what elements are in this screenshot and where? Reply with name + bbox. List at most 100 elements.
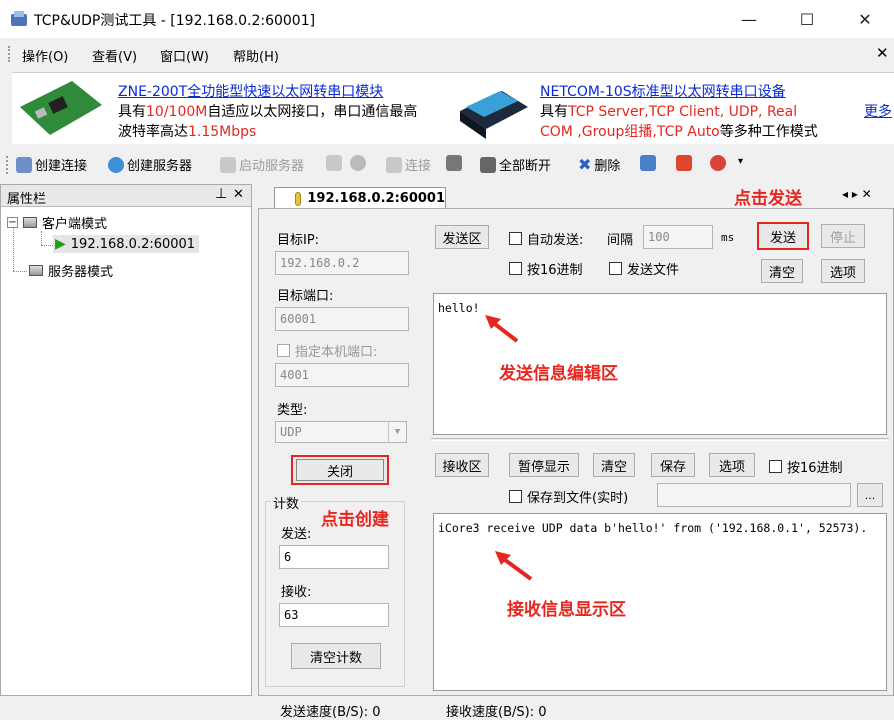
module-board-image [20, 81, 102, 135]
local-port-checkbox[interactable]: 指定本机端口: [277, 341, 377, 360]
recv-count-label: 接收: [281, 585, 312, 600]
create-connection-button[interactable]: 创建连接 [16, 155, 87, 174]
tree-line [41, 245, 53, 246]
recv-clear-button[interactable]: 清空 [593, 453, 635, 477]
save-button[interactable]: 保存 [651, 453, 695, 477]
window-title: TCP&UDP测试工具 - [192.168.0.2:60001] [34, 13, 316, 29]
delete-icon: ✖ [578, 155, 592, 174]
clear-count-button[interactable]: 清空计数 [291, 643, 381, 669]
send-hex-checkbox[interactable]: 按16进制 [509, 259, 583, 278]
interval-field[interactable]: 100 [643, 225, 713, 249]
ad-banner: ZNE-200T全功能型快速以太网转串口模块 具有10/100M自适应以太网接口… [12, 72, 894, 144]
minimize-button[interactable]: — [720, 0, 778, 38]
ad-right-title[interactable]: NETCOM-10S标准型以太网转串口设备 [540, 81, 786, 101]
annotation-arrow-recv [495, 551, 533, 581]
browse-button[interactable]: ... [857, 483, 883, 507]
dropdown-arrow-icon: ▼ [388, 422, 406, 442]
tree-client-item[interactable]: ▶ 192.168.0.2:60001 [53, 235, 200, 253]
delete-button[interactable]: ✖ 删除 [578, 155, 620, 174]
menu-view[interactable]: 查看(V) [92, 46, 137, 65]
toolbar-overflow-icon[interactable]: ▾ [738, 156, 743, 167]
recv-display-area[interactable]: iCore3 receive UDP data b'hello!' from (… [433, 513, 887, 691]
type-select[interactable]: UDP ▼ [275, 421, 407, 443]
send-options-button[interactable]: 选项 [821, 259, 865, 283]
collapse-icon[interactable]: − [7, 217, 18, 228]
target-ip-field[interactable]: 192.168.0.2 [275, 251, 409, 275]
recv-zone-label: 接收区 [435, 453, 489, 477]
ad-left-line3: 波特率高达1.15Mbps [118, 124, 257, 140]
create-server-button[interactable]: 创建服务器 [108, 155, 192, 174]
recv-options-button[interactable]: 选项 [709, 453, 755, 477]
recv-speed: 接收速度(B/S): 0 [446, 705, 547, 720]
start-server-icon [220, 156, 236, 173]
ad-right-line3: COM ,Group组播,TCP Auto等多种工作模式 [540, 124, 818, 140]
app-icon [11, 11, 27, 26]
tools-button[interactable] [640, 155, 656, 171]
send-button[interactable]: 发送 [757, 222, 809, 250]
connect-button[interactable]: 连接 [386, 155, 431, 174]
send-zone-label: 发送区 [435, 225, 489, 249]
target-port-label: 目标端口: [277, 289, 334, 304]
menu-operate[interactable]: 操作(O) [22, 46, 68, 65]
properties-title: 属性栏 [7, 192, 47, 207]
tree-line [41, 231, 42, 245]
annotation-click-send: 点击发送 [734, 189, 802, 209]
disconnect-button[interactable] [446, 155, 462, 171]
auto-send-checkbox[interactable]: 自动发送: [509, 229, 583, 248]
tab-nav-controls[interactable]: ◂ ▸ ✕ [842, 187, 872, 201]
annotation-click-create: 点击创建 [321, 510, 389, 530]
help-button[interactable] [710, 155, 726, 171]
annotation-recv-area: 接收信息显示区 [507, 600, 626, 620]
toolbar: 创建连接 创建服务器 启动服务器 连接 全部断开 ✖ 删除 ▾ [0, 150, 894, 180]
connection-tab-icon [295, 191, 302, 206]
annotation-edit-area: 发送信息编辑区 [499, 364, 618, 384]
cancel-button[interactable] [350, 155, 366, 171]
create-connection-icon [16, 156, 32, 173]
local-port-field[interactable]: 4001 [275, 363, 409, 387]
close-connection-button[interactable]: 关闭 [291, 455, 389, 485]
ad-left-line2: 具有10/100M自适应以太网接口，串口通信最高 [118, 104, 418, 120]
tree-server-mode[interactable]: 服务器模式 [29, 261, 113, 280]
tree-client-mode[interactable]: − 客户端模式 [7, 213, 107, 232]
start-server-button[interactable]: 启动服务器 [220, 155, 304, 174]
pane-splitter[interactable] [431, 438, 889, 441]
tab-strip: 192.168.0.2:60001 点击发送 ◂ ▸ ✕ [256, 184, 894, 209]
save-to-file-checkbox[interactable]: 保存到文件(实时) [509, 487, 628, 506]
recv-hex-checkbox[interactable]: 按16进制 [769, 457, 843, 476]
stop-button[interactable]: 停止 [821, 224, 865, 248]
title-bar: TCP&UDP测试工具 - [192.168.0.2:60001] — ☐ ✕ [0, 0, 894, 38]
properties-close-icon[interactable]: ✕ [233, 187, 244, 202]
pin-icon[interactable]: ⊥ [215, 186, 227, 202]
stop-server-button[interactable] [326, 155, 342, 171]
properties-header: 属性栏 ⊥ ✕ [1, 185, 251, 207]
count-label: 计数 [271, 493, 302, 512]
tab-connection[interactable]: 192.168.0.2:60001 [274, 187, 446, 209]
mdi-close-icon[interactable]: ✕ [876, 44, 889, 62]
server-mode-icon [29, 265, 43, 276]
send-file-checkbox[interactable]: 发送文件 [609, 259, 679, 278]
ad-more-link[interactable]: 更多 [864, 101, 892, 121]
target-port-field[interactable]: 60001 [275, 307, 409, 331]
recv-count-field[interactable]: 63 [279, 603, 389, 627]
save-file-path-field[interactable] [657, 483, 851, 507]
connection-workarea: 目标IP: 192.168.0.2 目标端口: 60001 指定本机端口: 40… [258, 208, 894, 696]
disconnect-all-icon [480, 156, 496, 173]
client-mode-icon [23, 217, 37, 228]
annotation-arrow-send [485, 315, 519, 343]
status-bar: 发送速度(B/S): 0 接收速度(B/S): 0 [0, 698, 894, 720]
close-window-button[interactable]: ✕ [836, 0, 894, 38]
play-icon: ▶ [55, 236, 66, 252]
menu-window[interactable]: 窗口(W) [160, 46, 209, 65]
power-button[interactable] [676, 155, 692, 171]
disconnect-all-button[interactable]: 全部断开 [480, 155, 551, 174]
sent-count-label: 发送: [281, 527, 312, 542]
sent-count-field[interactable]: 6 [279, 545, 389, 569]
cancel-icon [350, 155, 366, 171]
pause-display-button[interactable]: 暂停显示 [509, 453, 579, 477]
properties-panel: 属性栏 ⊥ ✕ − 客户端模式 ▶ 192.168.0.2:60001 服务器模… [0, 184, 252, 696]
ad-left-title[interactable]: ZNE-200T全功能型快速以太网转串口模块 [118, 81, 383, 101]
ad-right-line2: 具有TCP Server,TCP Client, UDP, Real [540, 104, 798, 120]
send-clear-button[interactable]: 清空 [761, 259, 803, 283]
menu-help[interactable]: 帮助(H) [233, 46, 279, 65]
maximize-button[interactable]: ☐ [778, 0, 836, 38]
